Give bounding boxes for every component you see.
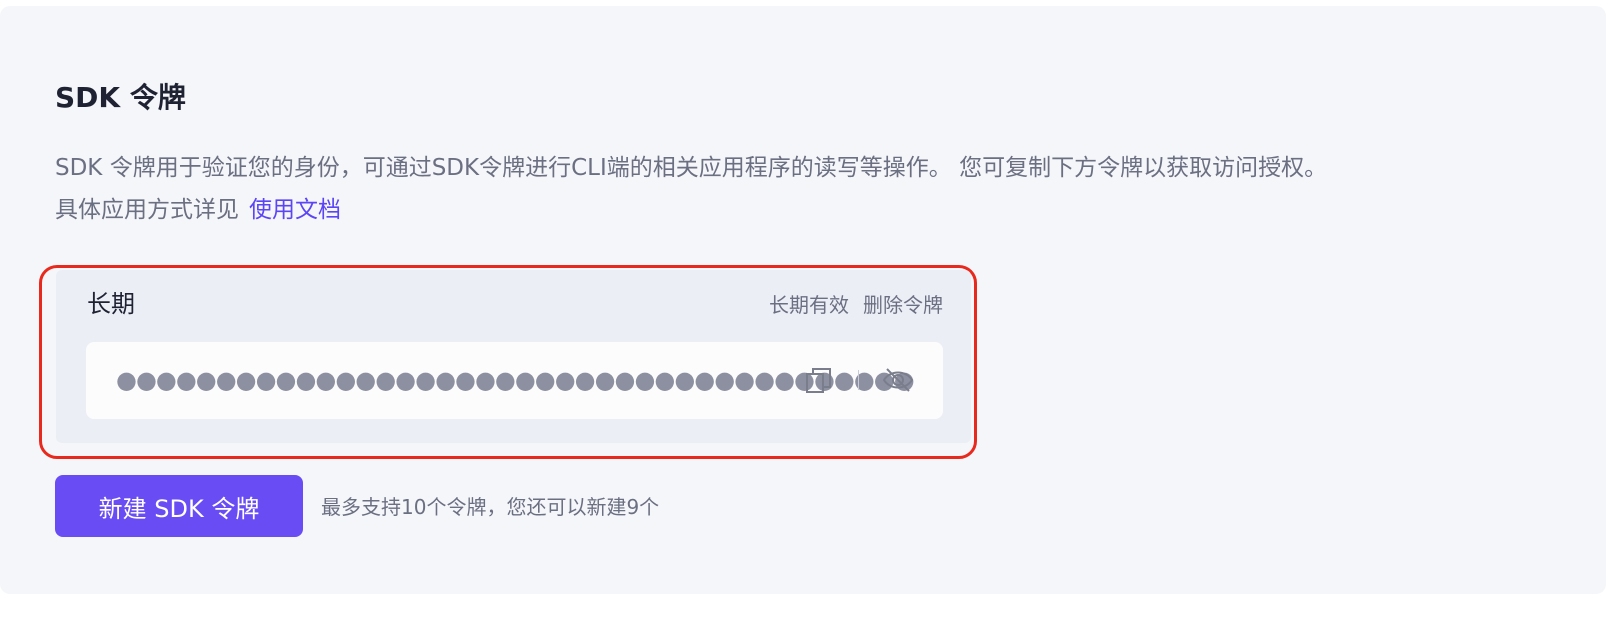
description-line-2: 具体应用方式详见 使用文档 (55, 189, 1595, 231)
sdk-token-panel: SDK 令牌 SDK 令牌用于验证您的身份，可通过SDK令牌进行CLI端的相关应… (0, 6, 1606, 594)
token-name: 长期 (87, 290, 135, 318)
token-actions: 长期有效 删除令牌 (769, 290, 943, 320)
token-card: 长期 长期有效 删除令牌 ●●●●●●●●●●●●●●●●●●●●●●●●●●●●… (56, 270, 971, 443)
description-line-2-text: 具体应用方式详见 (55, 197, 239, 223)
token-limit-hint: 最多支持10个令牌，您还可以新建9个 (321, 495, 660, 519)
description-line-1: SDK 令牌用于验证您的身份，可通过SDK令牌进行CLI端的相关应用程序的读写等… (55, 155, 1328, 181)
delete-token-button[interactable]: 删除令牌 (863, 293, 943, 317)
token-value-field: ●●●●●●●●●●●●●●●●●●●●●●●●●●●●●●●●●●●●●●●● (86, 342, 943, 419)
icon-divider (858, 370, 859, 390)
eye-off-icon[interactable] (881, 365, 915, 395)
copy-icon[interactable] (804, 365, 834, 395)
new-sdk-token-button[interactable]: 新建 SDK 令牌 (55, 475, 303, 537)
section-title: SDK 令牌 (55, 81, 186, 114)
token-validity: 长期有效 (769, 293, 849, 317)
docs-link[interactable]: 使用文档 (249, 197, 341, 223)
section-description: SDK 令牌用于验证您的身份，可通过SDK令牌进行CLI端的相关应用程序的读写等… (55, 147, 1595, 231)
token-masked-value: ●●●●●●●●●●●●●●●●●●●●●●●●●●●●●●●●●●●●●●●● (116, 366, 915, 394)
